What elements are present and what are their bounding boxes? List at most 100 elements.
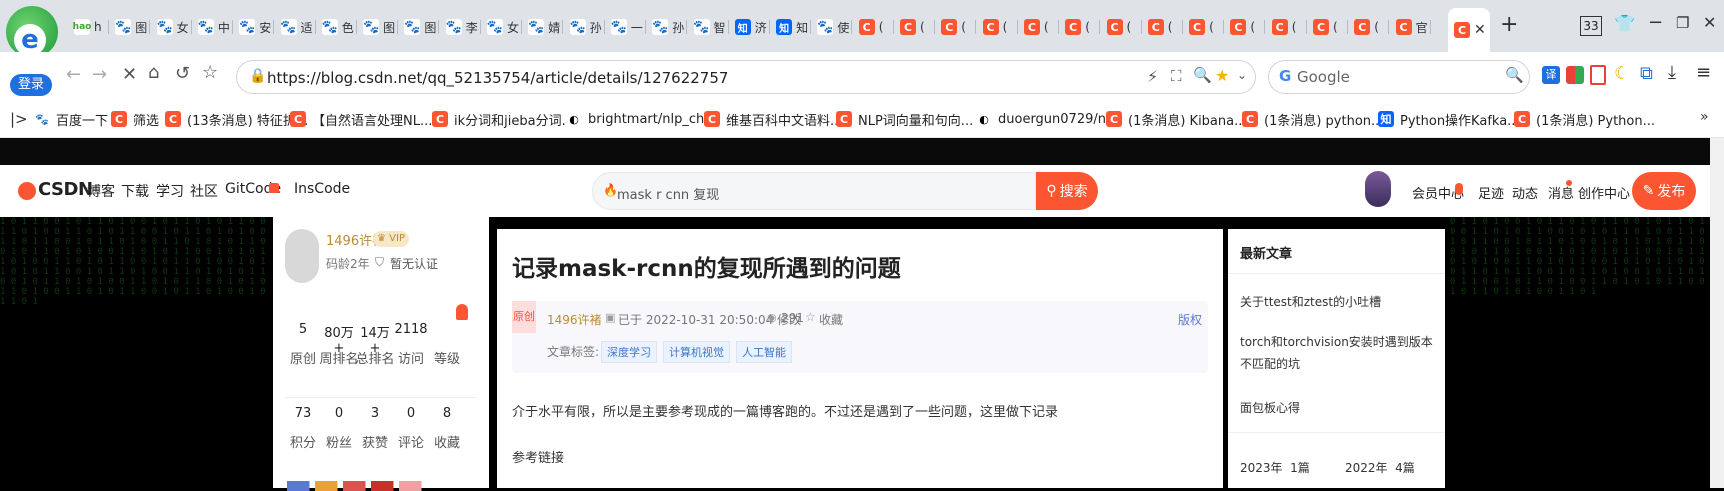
stat-item[interactable]: 2118 访问 bbox=[391, 322, 431, 367]
bookmark-item[interactable]: ◐ duoergun0729/nl... bbox=[976, 108, 1122, 130]
stat-item[interactable]: 3 获赞 bbox=[355, 406, 395, 451]
bookmark-item[interactable]: C (1条消息) Python... bbox=[1514, 108, 1655, 130]
tab[interactable]: 🐾 孙 bbox=[646, 12, 688, 42]
chevron-down-icon[interactable]: ⌄ bbox=[1237, 68, 1247, 82]
new-tab-button[interactable]: + bbox=[1500, 12, 1518, 37]
archive-item[interactable]: 2022年 4篇 bbox=[1345, 459, 1415, 476]
tab[interactable]: 🐾 中 bbox=[192, 12, 233, 42]
stat-item[interactable]: 73 积分 bbox=[283, 406, 323, 451]
stop-icon[interactable]: ✕ bbox=[122, 64, 137, 85]
tab-count-badge[interactable]: 33 bbox=[1580, 16, 1602, 36]
stat-item[interactable]: 5 原创 bbox=[283, 322, 323, 367]
page-scrollbar[interactable] bbox=[1710, 138, 1724, 488]
sidebar-item[interactable]: 面包板心得 bbox=[1240, 399, 1435, 416]
bookmark-item[interactable]: C (1条消息) Kibana... bbox=[1106, 108, 1247, 130]
minimize-icon[interactable]: − bbox=[1648, 12, 1663, 33]
csdn-logo[interactable]: CSDN bbox=[38, 179, 93, 200]
tab[interactable]: 🐾 李 bbox=[440, 12, 481, 42]
tab[interactable]: C( bbox=[1183, 12, 1225, 42]
stat-item[interactable]: 14万+ 总排名 bbox=[355, 322, 395, 367]
tab[interactable]: 🐾 色 bbox=[316, 12, 357, 42]
bookmark-item[interactable]: C 筛选 bbox=[111, 108, 159, 130]
tab[interactable]: C( bbox=[894, 12, 935, 42]
csdn-search-input[interactable]: 🔥 mask r cnn 复现 bbox=[592, 172, 1036, 210]
bookmark-item[interactable]: 🐾 百度一下 bbox=[34, 108, 108, 130]
csdn-right-nav-item[interactable]: 动态 bbox=[1512, 183, 1538, 202]
tab[interactable]: 🐾 图 bbox=[109, 12, 151, 42]
archive-item[interactable]: 2023年 1篇 bbox=[1240, 459, 1310, 476]
csdn-logo-icon[interactable] bbox=[18, 182, 36, 200]
window-close-icon[interactable]: ✕ bbox=[1703, 13, 1716, 32]
tab[interactable]: C( bbox=[1266, 12, 1307, 42]
author-avatar[interactable] bbox=[285, 229, 319, 283]
tab[interactable]: C( bbox=[935, 12, 977, 42]
csdn-nav-item[interactable]: 下载 bbox=[121, 181, 149, 201]
back-icon[interactable]: ← bbox=[66, 64, 81, 85]
csdn-right-nav-item[interactable]: 消息 bbox=[1548, 183, 1574, 202]
tab-active[interactable]: C ✕ bbox=[1448, 8, 1490, 52]
bookmark-item[interactable]: C NLP词向量和句向... bbox=[836, 108, 973, 130]
stat-item[interactable]: 0 粉丝 bbox=[319, 406, 359, 451]
tab[interactable]: 🐾 图 bbox=[398, 12, 440, 42]
tab[interactable]: 🐾 智 bbox=[688, 12, 729, 42]
bookmark-item[interactable]: 知 Python操作Kafka... bbox=[1378, 108, 1520, 130]
tab[interactable]: C( bbox=[853, 12, 894, 42]
tab[interactable]: C( bbox=[1307, 12, 1348, 42]
search-field[interactable]: G Google 🔍 bbox=[1268, 60, 1530, 94]
translate-icon[interactable]: 译 bbox=[1542, 66, 1560, 84]
tab[interactable]: 知济 bbox=[729, 12, 770, 42]
star-icon[interactable]: ☆ bbox=[202, 62, 218, 83]
tab[interactable]: C( bbox=[977, 12, 1018, 42]
crop-icon[interactable]: ⧉ bbox=[1640, 63, 1653, 84]
more-bookmarks-icon[interactable]: » bbox=[1700, 109, 1709, 125]
pdf-icon[interactable] bbox=[1590, 65, 1606, 85]
tab[interactable]: hao h bbox=[68, 12, 109, 42]
login-button[interactable]: 登录 bbox=[10, 74, 52, 96]
stat-item[interactable]: 80万+ 周排名 bbox=[319, 322, 359, 367]
zoom-icon[interactable]: 🔍 bbox=[1193, 66, 1212, 84]
home-icon[interactable]: ⌂ bbox=[148, 62, 159, 83]
article-tag[interactable]: 深度学习 bbox=[601, 341, 657, 363]
article-author[interactable]: 1496许褚 bbox=[547, 311, 602, 328]
bookmark-item[interactable]: C (13条消息) 特征折... bbox=[165, 108, 308, 130]
tab[interactable]: 知知 bbox=[770, 12, 812, 42]
bookmark-item[interactable]: ◐ brightmart/nlp_ch... bbox=[566, 108, 717, 130]
copyright-link[interactable]: 版权 bbox=[1178, 311, 1202, 328]
sidebar-item[interactable]: torch和torchvision安装时遇到版本不匹配的坑 bbox=[1240, 331, 1435, 375]
article-tag[interactable]: 计算机视觉 bbox=[663, 341, 730, 363]
tab[interactable]: 🐾 女 bbox=[481, 12, 522, 42]
tab[interactable]: 🐾 一 bbox=[605, 12, 646, 42]
csdn-right-nav-item[interactable]: 足迹 bbox=[1478, 183, 1504, 202]
tab[interactable]: C( bbox=[1018, 12, 1059, 42]
tab[interactable]: 🐾 图 bbox=[357, 12, 399, 42]
bookmark-item[interactable]: Cik分词和jieba分词... bbox=[432, 108, 574, 130]
csdn-nav-item[interactable]: 学习 bbox=[156, 181, 184, 201]
tab[interactable]: 🐾 孙 bbox=[564, 12, 605, 42]
stat-item[interactable]: 8 收藏 bbox=[427, 406, 467, 451]
bookmark-item[interactable]: C 【自然语言处理NL... bbox=[290, 108, 432, 130]
apps-icon[interactable] bbox=[1566, 66, 1584, 84]
sidebar-toggle-icon[interactable]: |> bbox=[10, 110, 28, 128]
sidebar-item[interactable]: 关于ttest和ztest的小吐槽 bbox=[1240, 293, 1435, 310]
lightning-icon[interactable]: ⚡ bbox=[1147, 67, 1158, 86]
article-tag[interactable]: 人工智能 bbox=[736, 341, 792, 363]
tab[interactable]: 🐾 婧 bbox=[522, 12, 564, 42]
publish-button[interactable]: ✎ 发布 bbox=[1632, 172, 1696, 210]
favorite-star-icon[interactable]: ★ bbox=[1215, 66, 1229, 85]
tab[interactable]: C( bbox=[1059, 12, 1101, 42]
tab[interactable]: 🐾 适 bbox=[275, 12, 316, 42]
undo-icon[interactable]: ↺ bbox=[175, 63, 190, 84]
csdn-nav-item[interactable]: 博客 bbox=[87, 181, 115, 201]
collect-icon[interactable]: ☆ bbox=[805, 310, 816, 324]
avatar[interactable] bbox=[1365, 171, 1391, 207]
stat-item[interactable]: 等级 bbox=[427, 322, 467, 367]
csdn-right-nav-item[interactable]: 创作中心 bbox=[1578, 183, 1630, 202]
close-icon[interactable]: ✕ bbox=[1474, 22, 1486, 38]
url-field[interactable]: 🔒 https://blog.csdn.net/qq_52135754/arti… bbox=[236, 60, 1256, 94]
tab[interactable]: 🐾 安 bbox=[233, 12, 275, 42]
tab[interactable]: 🐾 使 bbox=[811, 12, 853, 42]
screenshot-icon[interactable]: ⛶ bbox=[1171, 67, 1182, 85]
moon-icon[interactable]: ☾ bbox=[1614, 63, 1630, 84]
csdn-nav-item[interactable]: 社区 bbox=[190, 181, 218, 201]
stat-item[interactable]: 0 评论 bbox=[391, 406, 431, 451]
